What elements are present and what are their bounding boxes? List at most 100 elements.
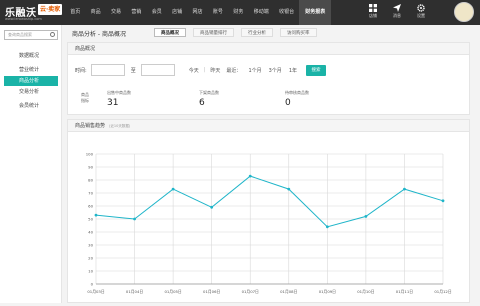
section-label-line2: 指标 bbox=[81, 98, 89, 103]
y-tick-label: 30 bbox=[88, 242, 93, 247]
nav-item-1[interactable]: 商品 bbox=[85, 0, 105, 25]
y-tick-label: 20 bbox=[88, 255, 93, 260]
data-point bbox=[171, 187, 175, 191]
data-point bbox=[364, 215, 368, 218]
y-tick-label: 40 bbox=[88, 229, 93, 234]
start-date-input[interactable] bbox=[90, 64, 125, 76]
sales-trend-subtitle: (近10天数据) bbox=[109, 124, 131, 128]
overview-panel: 商品概况 时间: 至 今天 | 昨天 最近： 1个月 3个月 1年 搜索 商品指… bbox=[67, 42, 470, 115]
tool-messages-label: 消息 bbox=[393, 13, 401, 18]
sidebar-item-product-analysis[interactable]: 商品分析 bbox=[4, 76, 58, 86]
sidebar-item-trade-analysis[interactable]: 交易分析 bbox=[4, 87, 58, 97]
tab-product-overview[interactable]: 商品概况 bbox=[154, 28, 186, 37]
nav-item-9[interactable]: 移动端 bbox=[249, 0, 274, 25]
x-tick-label: 01月05日 bbox=[164, 289, 181, 294]
nav-item-4[interactable]: 会员 bbox=[147, 0, 167, 25]
time-label: 时间: bbox=[75, 67, 87, 74]
nav-item-7[interactable]: 账号 bbox=[208, 0, 228, 25]
gear-icon bbox=[417, 4, 425, 12]
main-nav: 首页 商品 交易 营销 会员 店铺 网店 账号 财务 移动端 收银台 财务报表 bbox=[65, 0, 332, 25]
grid-icon bbox=[369, 4, 377, 12]
x-tick-label: 01月06日 bbox=[203, 289, 220, 294]
link-today[interactable]: 今天 bbox=[189, 67, 199, 74]
tool-store[interactable]: 店铺 bbox=[362, 3, 384, 23]
tab-conversion-rate[interactable]: 访问购买率 bbox=[280, 28, 317, 37]
x-tick-label: 01月12日 bbox=[434, 289, 451, 294]
sales-trend-chart: 0 10 20 30 40 50 60 70 80 90 100 01月03日 01月04日 01月05日… bbox=[86, 151, 452, 294]
search-button[interactable]: 搜索 bbox=[306, 64, 326, 76]
x-tick-label: 01月07日 bbox=[242, 289, 259, 294]
y-tick-label: 90 bbox=[88, 164, 93, 169]
recent-label: 最近： bbox=[226, 67, 242, 74]
to-label: 至 bbox=[130, 67, 136, 74]
brand-badge: 云·卖家 bbox=[38, 4, 63, 15]
sidebar-item-member-stats[interactable]: 会员统计 bbox=[4, 101, 58, 111]
section-label-line1: 商品 bbox=[81, 92, 89, 97]
brand-url: www.lerowoship.com bbox=[5, 17, 42, 21]
nav-item-6[interactable]: 网店 bbox=[187, 0, 207, 25]
y-tick-label: 50 bbox=[88, 216, 93, 221]
toolbar: 店铺 消息 设置 bbox=[362, 3, 434, 23]
nav-item-0[interactable]: 首页 bbox=[65, 0, 85, 25]
date-filter: 时间: 至 今天 | 昨天 最近： 1个月 3个月 1年 搜索 bbox=[75, 63, 326, 77]
y-tick-label: 100 bbox=[86, 151, 94, 156]
y-tick-label: 70 bbox=[88, 190, 93, 195]
stat-label-on-sale: 出售中商品数 bbox=[107, 90, 131, 95]
section-label: 商品 指标 bbox=[81, 92, 89, 104]
sales-trend-title: 商品销售趋势 bbox=[75, 123, 106, 129]
nav-item-8[interactable]: 财务 bbox=[228, 0, 248, 25]
tool-settings-label: 设置 bbox=[417, 13, 425, 18]
send-icon bbox=[393, 4, 401, 12]
data-point bbox=[403, 187, 406, 191]
sidebar-item-data-overview[interactable]: 数据概况 bbox=[4, 51, 58, 61]
search-icon bbox=[50, 32, 55, 37]
data-point bbox=[441, 199, 445, 203]
data-point bbox=[287, 187, 291, 191]
avatar[interactable] bbox=[454, 2, 474, 22]
page-title: 商品分析 - 商品概况 bbox=[72, 31, 126, 38]
tool-settings[interactable]: 设置 bbox=[410, 3, 432, 23]
nav-item-10[interactable]: 收银台 bbox=[274, 0, 299, 25]
y-tick-label: 0 bbox=[91, 281, 94, 286]
stat-label-delisted: 下架商品数 bbox=[199, 90, 219, 95]
x-tick-label: 01月03日 bbox=[87, 289, 104, 294]
x-tick-label: 01月04日 bbox=[126, 289, 143, 294]
tab-industry-analysis[interactable]: 行业分析 bbox=[241, 28, 273, 37]
data-point bbox=[210, 205, 214, 209]
sidebar-item-business-stats[interactable]: 营业统计 bbox=[4, 65, 58, 75]
sales-trend-header: 商品销售趋势 (近10天数据) bbox=[68, 120, 469, 132]
sidebar: 查询商品搜索 数据概况 营业统计 商品分析 交易分析 会员统计 bbox=[0, 25, 62, 303]
stat-label-pending: 待审核商品数 bbox=[285, 90, 309, 95]
x-tick-label: 01月10日 bbox=[357, 289, 374, 294]
x-tick-label: 01月08日 bbox=[280, 289, 297, 294]
sidebar-search-input[interactable]: 查询商品搜索 bbox=[4, 30, 58, 40]
stat-value-pending: 0 bbox=[285, 98, 291, 108]
data-point bbox=[94, 213, 98, 217]
top-bar: 乐融沃 云·卖家 www.lerowoship.com 首页 商品 交易 营销 会员 店铺… bbox=[0, 0, 480, 25]
nav-item-3[interactable]: 营销 bbox=[126, 0, 146, 25]
product-stats: 商品 指标 出售中商品数 31 下架商品数 6 待审核商品数 0 bbox=[81, 90, 461, 118]
link-1-month[interactable]: 1个月 bbox=[248, 67, 261, 74]
sales-trend-panel: 商品销售趋势 (近10天数据) 0 10 20 30 40 50 60 70 80 90 100 01月… bbox=[67, 119, 470, 303]
stat-value-on-sale: 31 bbox=[107, 98, 119, 108]
y-tick-label: 60 bbox=[88, 203, 93, 208]
search-placeholder: 查询商品搜索 bbox=[8, 32, 32, 37]
data-point bbox=[248, 174, 252, 178]
tool-messages[interactable]: 消息 bbox=[386, 3, 408, 23]
nav-item-5[interactable]: 店铺 bbox=[167, 0, 187, 25]
stat-value-delisted: 6 bbox=[199, 98, 205, 108]
y-tick-label: 10 bbox=[88, 268, 93, 273]
link-1-year[interactable]: 1年 bbox=[289, 67, 297, 74]
y-tick-label: 80 bbox=[88, 177, 93, 182]
separator: | bbox=[203, 67, 206, 73]
data-point bbox=[325, 225, 329, 229]
nav-item-11[interactable]: 财务报表 bbox=[299, 0, 332, 25]
link-yesterday[interactable]: 昨天 bbox=[210, 67, 220, 74]
link-3-months[interactable]: 3个月 bbox=[269, 67, 282, 74]
tool-store-label: 店铺 bbox=[369, 13, 377, 18]
end-date-input[interactable] bbox=[140, 64, 175, 76]
tab-sales-ranking[interactable]: 商品销量排行 bbox=[193, 28, 234, 37]
tab-bar: 商品概况 商品销量排行 行业分析 访问购买率 bbox=[154, 28, 324, 37]
nav-item-2[interactable]: 交易 bbox=[106, 0, 126, 25]
logo[interactable]: 乐融沃 云·卖家 www.lerowoship.com bbox=[5, 3, 63, 23]
